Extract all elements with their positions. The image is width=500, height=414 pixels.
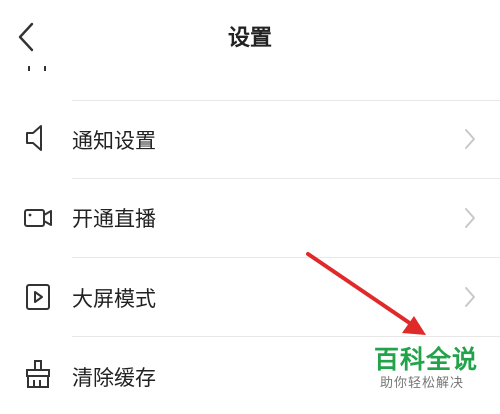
watermark-title: 百科全说 [374, 345, 479, 374]
watermark-subtitle: 助你轻松解决 [380, 376, 465, 391]
baike-watermark-logo: 百科全说 助你轻松解决 [374, 340, 492, 398]
